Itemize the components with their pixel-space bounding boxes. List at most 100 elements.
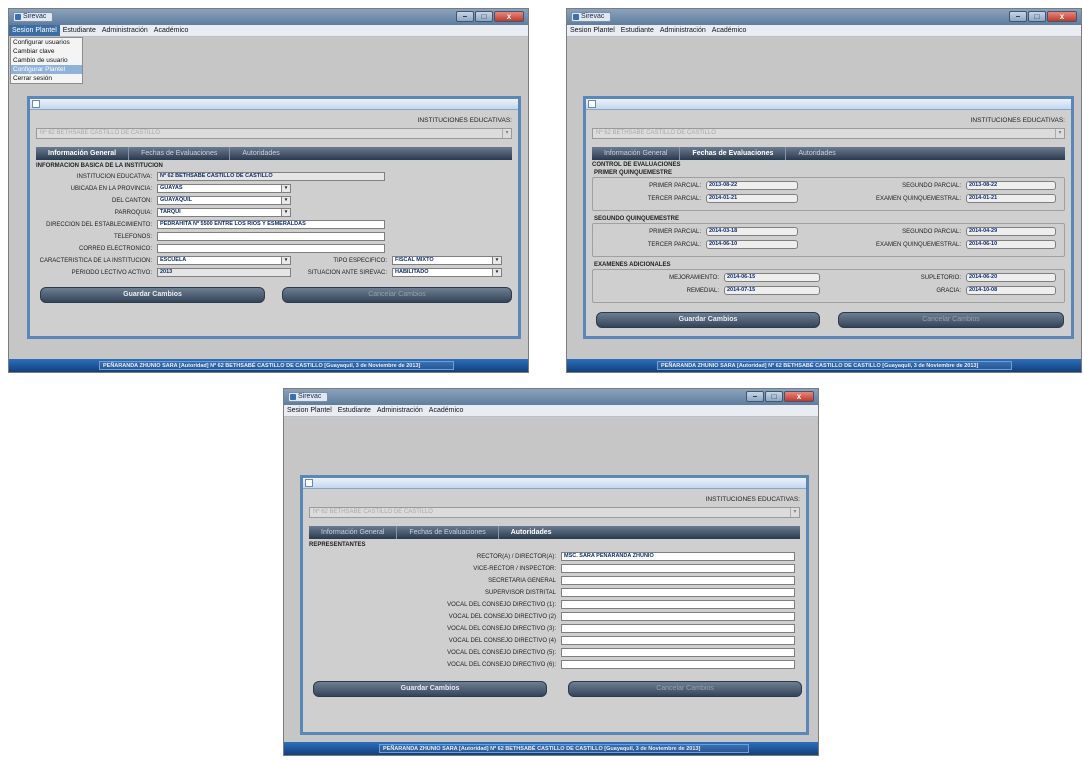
tab-fechas-evaluaciones[interactable]: Fechas de Evaluaciones — [679, 147, 785, 160]
menu-item-cambiar-clave[interactable]: Cambiar clave — [11, 47, 82, 56]
menu-item-cerrar-sesion[interactable]: Cerrar sesión — [11, 74, 82, 83]
chevron-down-icon[interactable]: ▾ — [492, 269, 501, 276]
guardar-cambios-button[interactable]: Guardar Cambios — [313, 681, 547, 697]
chevron-down-icon[interactable]: ▾ — [790, 508, 799, 517]
close-button[interactable]: x — [1047, 11, 1077, 22]
tab-informacion-general[interactable]: Información General — [592, 147, 679, 160]
frame-icon[interactable] — [588, 100, 596, 108]
menu-item-configurar-usuarios[interactable]: Configurar usuarios — [11, 38, 82, 47]
guardar-cambios-button[interactable]: Guardar Cambios — [596, 312, 820, 328]
q1-primer-parcial-field[interactable]: 2013-08-22 — [706, 181, 798, 190]
vocal-4-field[interactable] — [561, 636, 795, 645]
tab-informacion-general[interactable]: Información General — [36, 147, 128, 160]
sesion-dropdown-menu: Configurar usuarios Cambiar clave Cambio… — [10, 37, 83, 84]
q1-tercer-parcial-field[interactable]: 2014-01-21 — [706, 194, 798, 203]
correo-field[interactable] — [157, 244, 385, 253]
chevron-down-icon[interactable]: ▾ — [1055, 129, 1064, 138]
situacion-combo[interactable]: HABILITADO ▾ — [392, 268, 502, 277]
vocal-6-field[interactable] — [561, 660, 795, 669]
tab-autoridades[interactable]: Autoridades — [229, 147, 291, 160]
instituciones-combo[interactable]: Nº 62 BETHSABÉ CASTILLO DE CASTILLO ▾ — [36, 128, 512, 139]
instituciones-combo[interactable]: Nº 62 BETHSABÉ CASTILLO DE CASTILLO ▾ — [592, 128, 1065, 139]
instituciones-label: INSTITUCIONES EDUCATIVAS: — [417, 117, 512, 124]
telefonos-field[interactable] — [157, 232, 385, 241]
remedial-field[interactable]: 2014-07-15 — [724, 286, 820, 295]
supletorio-field[interactable]: 2014-06-20 — [966, 273, 1056, 282]
supletorio-label: SUPLETORIO: — [920, 274, 961, 281]
tipo-combo[interactable]: FISCAL MIXTO ▾ — [392, 256, 502, 265]
menu-item-configurar-plantel[interactable]: Configurar Plantel — [11, 65, 82, 74]
menu-sesion-plantel[interactable]: Sesion Plantel — [567, 25, 618, 36]
chevron-down-icon[interactable]: ▾ — [502, 129, 511, 138]
screenshot-autoridades: Sirevac – □ x Sesion Plantel Estudiante … — [283, 388, 819, 756]
minimize-button[interactable]: – — [746, 391, 764, 402]
vocal-3-field[interactable] — [561, 624, 795, 633]
rector-field[interactable]: MSC. SARA PEÑARANDA ZHUNIO — [561, 552, 795, 561]
close-button[interactable]: x — [494, 11, 524, 22]
q1-examen-field[interactable]: 2014-01-21 — [966, 194, 1056, 203]
q1-segundo-parcial-field[interactable]: 2013-08-22 — [966, 181, 1056, 190]
vicerrector-label: VICE-RECTOR / INSPECTOR: — [473, 565, 556, 572]
gracia-field[interactable]: 2014-10-08 — [966, 286, 1056, 295]
chevron-down-icon[interactable]: ▾ — [492, 257, 501, 264]
direccion-field[interactable]: PEDRAHITA Nº 5500 ENTRE LOS RIOS Y ESMER… — [157, 220, 385, 229]
canton-combo[interactable]: GUAYAQUIL ▾ — [157, 196, 291, 205]
cancelar-cambios-button[interactable]: Cancelar Cambios — [838, 312, 1064, 328]
maximize-button[interactable]: □ — [1028, 11, 1046, 22]
frame-icon[interactable] — [32, 100, 40, 108]
parroquia-combo[interactable]: TARQUI ▾ — [157, 208, 291, 217]
tab-autoridades[interactable]: Autoridades — [497, 526, 564, 539]
menu-administracion[interactable]: Administración — [657, 25, 709, 36]
title-bar: Sirevac – □ x — [567, 9, 1081, 25]
menu-estudiante[interactable]: Estudiante — [60, 25, 99, 36]
q2-segundo-parcial-field[interactable]: 2014-04-29 — [966, 227, 1056, 236]
q2-primer-parcial-field[interactable]: 2014-03-18 — [706, 227, 798, 236]
maximize-button[interactable]: □ — [475, 11, 493, 22]
periodo-field[interactable]: 2013 — [157, 268, 291, 277]
vocal-5-field[interactable] — [561, 648, 795, 657]
minimize-button[interactable]: – — [1009, 11, 1027, 22]
menu-item-cambio-usuario[interactable]: Cambio de usuario — [11, 56, 82, 65]
menu-academico[interactable]: Académico — [426, 405, 467, 416]
tab-fechas-evaluaciones[interactable]: Fechas de Evaluaciones — [396, 526, 497, 539]
menu-academico[interactable]: Académico — [709, 25, 750, 36]
chevron-down-icon[interactable]: ▾ — [281, 185, 290, 192]
menu-administracion[interactable]: Administración — [99, 25, 151, 36]
chevron-down-icon[interactable]: ▾ — [281, 197, 290, 204]
status-bar: PEÑARANDA ZHUNIO SARA [Autoridad] Nº 62 … — [284, 742, 818, 755]
menu-sesion-plantel[interactable]: Sesion Plantel — [284, 405, 335, 416]
menu-bar: Sesion Plantel Estudiante Administración… — [284, 405, 818, 417]
menu-estudiante[interactable]: Estudiante — [335, 405, 374, 416]
supervisor-field[interactable] — [561, 588, 795, 597]
cancelar-cambios-button[interactable]: Cancelar Cambios — [282, 287, 512, 303]
menu-estudiante[interactable]: Estudiante — [618, 25, 657, 36]
chevron-down-icon[interactable]: ▾ — [281, 209, 290, 216]
frame-icon[interactable] — [305, 479, 313, 487]
menu-sesion-plantel[interactable]: Sesion Plantel — [9, 25, 60, 36]
guardar-cambios-button[interactable]: Guardar Cambios — [40, 287, 265, 303]
app-icon — [15, 14, 21, 20]
q1-title: PRIMER QUINQUEMESTRE — [594, 170, 673, 176]
mejoramiento-field[interactable]: 2014-06-15 — [724, 273, 820, 282]
q2-tercer-parcial-field[interactable]: 2014-06-10 — [706, 240, 798, 249]
caracteristica-combo[interactable]: ESCUELA ▾ — [157, 256, 291, 265]
tab-fechas-evaluaciones[interactable]: Fechas de Evaluaciones — [128, 147, 229, 160]
direccion-label: DIRECCION DEL ESTABLECIMIENTO: — [46, 221, 152, 228]
vocal-1-field[interactable] — [561, 600, 795, 609]
q2-examen-field[interactable]: 2014-06-10 — [966, 240, 1056, 249]
tab-autoridades[interactable]: Autoridades — [785, 147, 847, 160]
instituciones-combo[interactable]: Nº 62 BETHSABÉ CASTILLO DE CASTILLO ▾ — [309, 507, 800, 518]
chevron-down-icon[interactable]: ▾ — [281, 257, 290, 264]
cancelar-cambios-button[interactable]: Cancelar Cambios — [568, 681, 802, 697]
close-button[interactable]: x — [784, 391, 814, 402]
vocal-2-field[interactable] — [561, 612, 795, 621]
provincia-combo[interactable]: GUAYAS ▾ — [157, 184, 291, 193]
tab-informacion-general[interactable]: Información General — [309, 526, 396, 539]
secretaria-field[interactable] — [561, 576, 795, 585]
institucion-field[interactable]: Nº 62 BETHSABÉ CASTILLO DE CASTILLO — [157, 172, 385, 181]
menu-administracion[interactable]: Administración — [374, 405, 426, 416]
minimize-button[interactable]: – — [456, 11, 474, 22]
menu-academico[interactable]: Académico — [151, 25, 192, 36]
maximize-button[interactable]: □ — [765, 391, 783, 402]
vicerrector-field[interactable] — [561, 564, 795, 573]
